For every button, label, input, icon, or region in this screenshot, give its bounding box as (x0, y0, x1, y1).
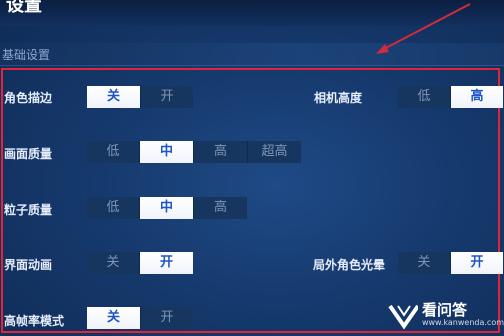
particle-option-low[interactable]: 低 (87, 197, 140, 219)
quality-option-high[interactable]: 高 (194, 141, 248, 163)
particle-option-high[interactable]: 高 (194, 197, 247, 219)
particle-selector: 低 中 高 (87, 197, 247, 219)
ui-animation-toggle: 关 开 (87, 252, 193, 274)
high-framerate-toggle: 关 开 (87, 307, 193, 329)
quality-label: 画面质量 (4, 147, 53, 161)
particle-label: 粒子质量 (4, 203, 53, 217)
watermark-url: www.kanwenda.com (421, 318, 504, 327)
halo-label: 局外角色光晕 (313, 258, 386, 272)
halo-toggle: 关 开 (398, 252, 503, 274)
quality-option-medium[interactable]: 中 (140, 141, 194, 163)
halo-option-on[interactable]: 开 (451, 252, 503, 274)
camera-height-toggle: 低 高 (398, 86, 503, 108)
quality-selector: 低 中 高 超高 (87, 141, 301, 163)
high-framerate-option-on[interactable]: 开 (141, 307, 193, 329)
ui-animation-label: 界面动画 (4, 258, 53, 272)
watermark: 看问答 www.kanwenda.com (386, 298, 504, 332)
ui-animation-option-on[interactable]: 开 (140, 252, 193, 274)
halo-option-off[interactable]: 关 (398, 252, 451, 274)
quality-option-low[interactable]: 低 (87, 141, 140, 163)
outline-toggle: 关 开 (87, 86, 193, 108)
watermark-name: 看问答 (421, 301, 467, 319)
outline-label: 角色描边 (4, 91, 53, 105)
ui-animation-option-off[interactable]: 关 (87, 252, 140, 274)
high-framerate-option-off[interactable]: 关 (87, 307, 141, 329)
outline-option-off[interactable]: 关 (87, 86, 141, 108)
watermark-logo-icon (388, 304, 418, 330)
camera-option-high[interactable]: 高 (451, 86, 503, 108)
outline-option-on[interactable]: 开 (141, 86, 193, 108)
high-framerate-label: 高帧率模式 (4, 314, 65, 328)
particle-option-medium[interactable]: 中 (140, 197, 194, 219)
camera-option-low[interactable]: 低 (398, 86, 451, 108)
quality-option-ultra[interactable]: 超高 (248, 141, 301, 163)
camera-height-label: 相机高度 (314, 91, 363, 105)
